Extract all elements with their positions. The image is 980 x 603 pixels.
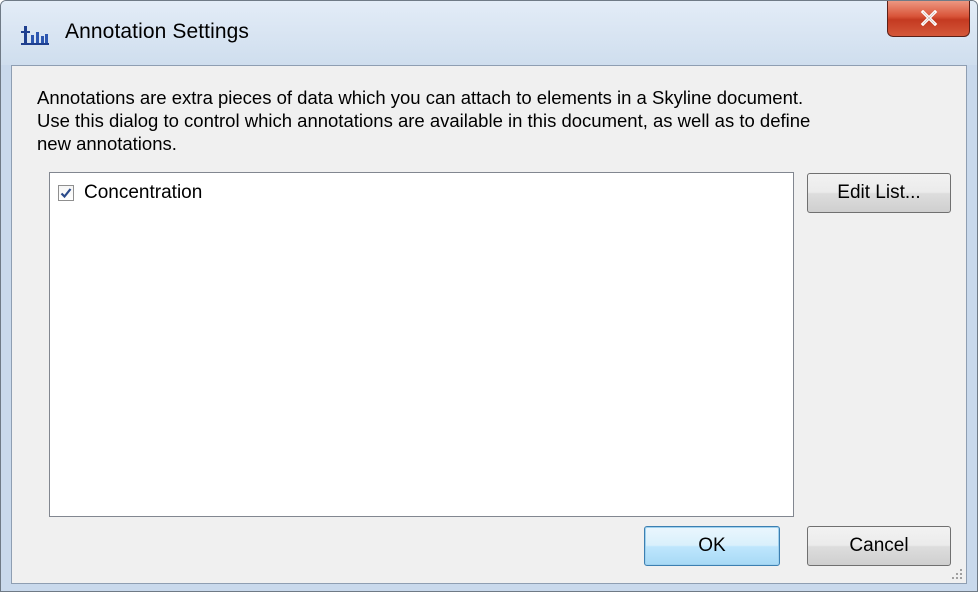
resize-grip-icon[interactable] (949, 566, 963, 580)
list-item-label: Concentration (84, 182, 203, 203)
dialog-body: Annotations are extra pieces of data whi… (11, 65, 967, 584)
description-text: Annotations are extra pieces of data whi… (37, 87, 811, 154)
close-icon (920, 10, 937, 26)
annotation-settings-dialog: Annotation Settings Annotations are extr… (0, 0, 978, 592)
checkmark-icon (60, 188, 72, 199)
list-item-concentration[interactable]: Concentration (58, 180, 202, 206)
cancel-button[interactable]: Cancel (807, 526, 951, 566)
ok-button[interactable]: OK (644, 526, 780, 566)
title-bar[interactable]: Annotation Settings (1, 1, 977, 65)
edit-list-button[interactable]: Edit List... (807, 173, 951, 213)
skyline-app-icon (21, 26, 49, 45)
window-title: Annotation Settings (65, 20, 250, 43)
close-button[interactable] (887, 1, 970, 37)
concentration-checkbox[interactable] (58, 185, 74, 201)
annotations-checklist[interactable]: Concentration (49, 172, 794, 517)
